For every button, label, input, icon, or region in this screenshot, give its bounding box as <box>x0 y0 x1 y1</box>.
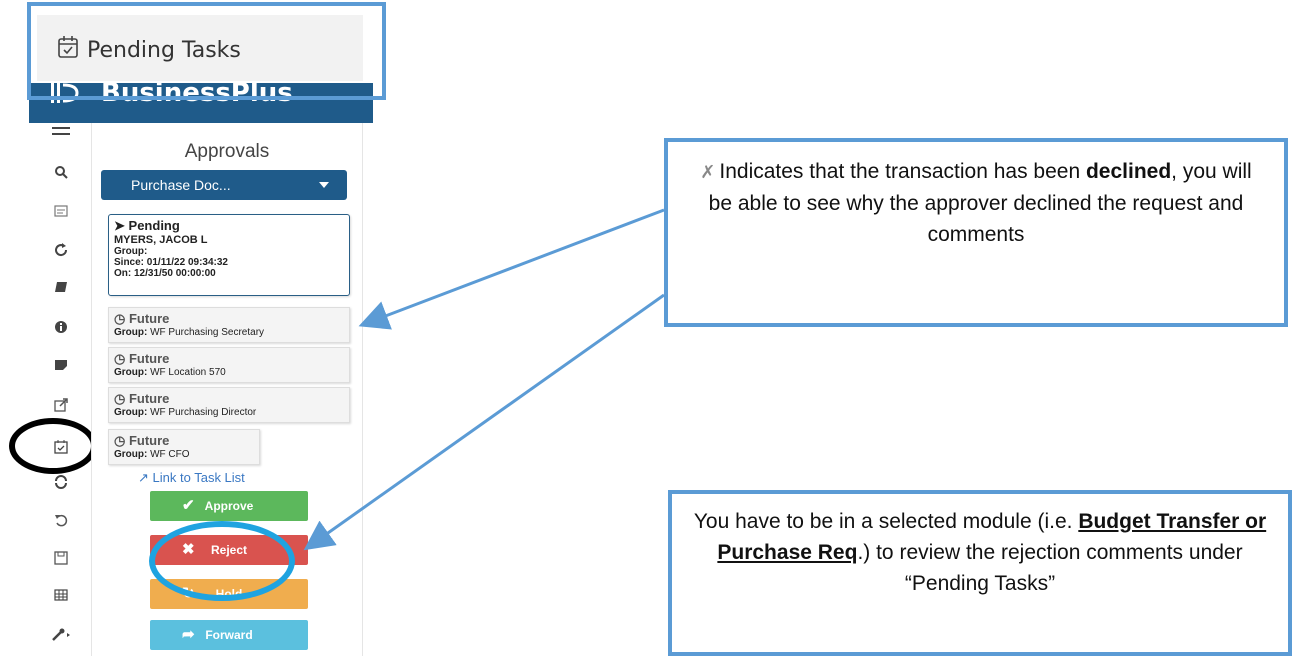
task-on: On: 12/31/50 00:00:00 <box>114 268 216 279</box>
document-type-select[interactable]: Purchase Doc... <box>101 170 347 200</box>
forward-label: Forward <box>205 628 253 642</box>
chevron-down-icon <box>319 182 329 188</box>
save-icon[interactable] <box>51 551 71 567</box>
task-card-pending[interactable]: ➤ Pending MYERS, JACOB L Group: Since: 0… <box>108 214 350 296</box>
tag-icon: ➤ <box>114 218 125 233</box>
sync-icon[interactable] <box>51 475 71 491</box>
arrow-to-reject-button <box>303 293 665 551</box>
task-card-future[interactable]: ◷ Future Group: WF Purchasing Secretary <box>108 307 350 343</box>
clock-icon: ◷ <box>114 311 126 326</box>
clock-icon: ◷ <box>114 433 126 448</box>
task-card-future[interactable]: ◷ Future Group: WF CFO <box>108 429 260 465</box>
approve-label: Approve <box>204 499 254 513</box>
task-group: WF Location 570 <box>150 367 226 378</box>
module-text-post: .) to review the rejection comments unde… <box>857 541 1243 595</box>
link-to-task-list[interactable]: ↗ Link to Task List <box>138 470 245 486</box>
highlight-circle <box>9 418 97 474</box>
external-link-icon: ↗ <box>138 470 149 485</box>
icon-rail <box>29 123 91 656</box>
declined-callout: ✗ Indicates that the transaction has been… <box>664 138 1288 327</box>
undo-icon[interactable] <box>51 513 71 529</box>
task-group: WF Purchasing Director <box>150 407 257 418</box>
task-status: Future <box>128 311 170 326</box>
table-icon[interactable] <box>51 589 71 605</box>
search-icon[interactable] <box>51 165 71 181</box>
task-status: Future <box>128 391 170 406</box>
task-card-future[interactable]: ◷ Future Group: WF Location 570 <box>108 347 350 383</box>
info-icon[interactable] <box>51 320 71 336</box>
task-since: Since: 01/11/22 09:34:32 <box>114 257 228 268</box>
task-group: WF CFO <box>150 449 190 460</box>
forward-button[interactable]: ➦ Forward <box>150 620 308 650</box>
task-group-label: Group: <box>114 327 148 338</box>
task-status: Pending <box>128 218 180 233</box>
declined-text-pre: Indicates that the transaction has been <box>719 160 1081 183</box>
task-status: Future <box>128 433 170 448</box>
task-group-label: Group: <box>114 449 148 460</box>
clock-icon: ◷ <box>114 391 126 406</box>
declined-x-icon: ✗ <box>700 162 716 182</box>
approver-name: MYERS, JACOB L <box>114 234 208 246</box>
module-text-pre: You have to be in a selected module (i.e… <box>693 510 1073 533</box>
task-group-label: Group: <box>114 367 148 378</box>
task-status: Future <box>128 351 170 366</box>
external-link-icon[interactable] <box>51 398 71 414</box>
module-callout: You have to be in a selected module (i.e… <box>668 490 1292 656</box>
clock-icon: ◷ <box>114 351 126 366</box>
pending-tasks-callout-frame <box>27 2 386 100</box>
refresh-icon[interactable] <box>51 243 71 259</box>
task-card-future[interactable]: ◷ Future Group: WF Purchasing Director <box>108 387 350 423</box>
approvals-title: Approvals <box>184 141 270 162</box>
menu-icon[interactable] <box>51 125 71 141</box>
wrench-icon[interactable] <box>51 628 71 644</box>
declined-text-bold: declined <box>1085 160 1172 183</box>
task-group-label: Group: <box>114 407 148 418</box>
link-to-task-list-label: Link to Task List <box>152 470 245 485</box>
task-group-label: Group: <box>114 246 148 257</box>
note-icon[interactable] <box>51 359 71 375</box>
id-card-icon[interactable] <box>51 205 71 221</box>
reject-highlight-oval <box>149 521 295 601</box>
approve-button[interactable]: ✔ Approve <box>150 491 308 521</box>
arrow-to-future-card <box>358 208 665 330</box>
book-icon[interactable] <box>51 281 71 297</box>
document-type-value: Purchase Doc... <box>131 177 231 193</box>
task-group: WF Purchasing Secretary <box>150 327 265 338</box>
